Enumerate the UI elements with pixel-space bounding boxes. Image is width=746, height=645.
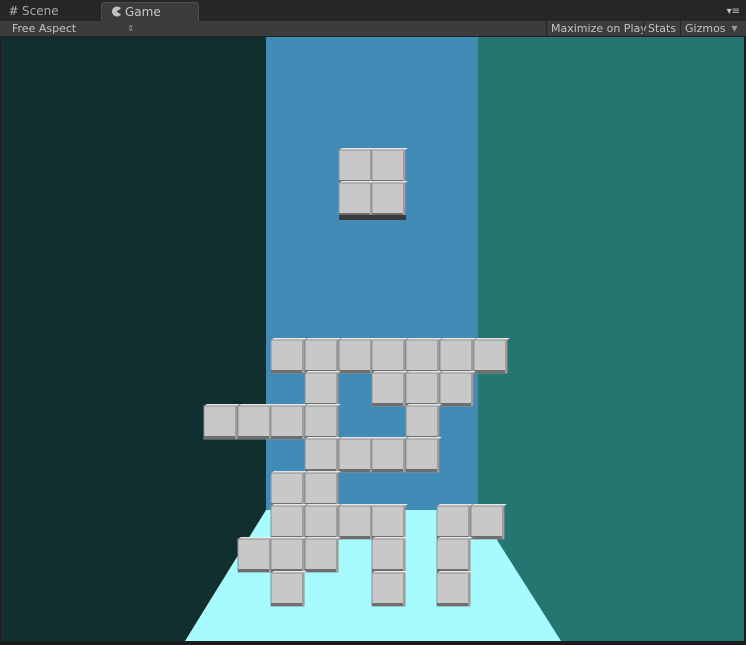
pacman-icon [110, 3, 123, 22]
tetris-cube [304, 504, 341, 540]
panel-menu-icon[interactable]: ▾≡ [727, 6, 740, 18]
tetris-cube [270, 537, 307, 573]
tetris-cube [439, 338, 476, 374]
tetris-cube [338, 504, 375, 540]
falling-piece-shadow [339, 215, 406, 220]
maximize-on-play-button[interactable]: Maximize on Play [546, 21, 651, 36]
game-viewport[interactable] [1, 37, 744, 641]
tab-scene[interactable]: # Scene [4, 2, 96, 21]
tetris-cube [237, 404, 274, 440]
tetris-cube [270, 404, 307, 440]
tetris-cube [470, 504, 507, 540]
tetris-cube [270, 338, 307, 374]
tetris-cube [304, 371, 341, 407]
triangle-down-icon: ▼ [731, 24, 738, 33]
tetris-cube [436, 571, 473, 607]
tetris-cube [270, 504, 307, 540]
tab-scene-label: Scene [22, 4, 59, 18]
tetris-cube [371, 371, 408, 407]
tab-game[interactable]: Game [101, 2, 199, 21]
aspect-dropdown[interactable]: Free Aspect ⇕ [1, 21, 138, 36]
tetris-cube [371, 504, 408, 540]
tetris-cube [304, 338, 341, 374]
tetris-cube [405, 404, 442, 440]
right-wall [478, 37, 744, 641]
gizmos-label: Gizmos [685, 22, 726, 35]
tetris-cube [405, 371, 442, 407]
tetris-cube [439, 371, 476, 407]
game-toolbar: Free Aspect ⇕ Maximize on Play Stats Giz… [0, 21, 746, 37]
tetris-cube [338, 148, 375, 184]
tetris-cube [405, 338, 442, 374]
tab-bar: # Scene Game ▾≡ [0, 0, 746, 21]
aspect-label: Free Aspect [12, 22, 77, 35]
tetris-cube [237, 537, 274, 573]
tetris-cube [338, 181, 375, 217]
stats-button[interactable]: Stats [643, 21, 680, 36]
tetris-cube [304, 404, 341, 440]
tetris-cube [371, 437, 408, 473]
grid-icon: # [8, 4, 19, 18]
left-wall [1, 37, 266, 641]
tab-game-label: Game [125, 5, 161, 19]
tetris-cube [270, 571, 307, 607]
tetris-cube [338, 338, 375, 374]
tetris-cube [304, 471, 341, 507]
gizmos-dropdown[interactable]: Gizmos ▼ [680, 21, 741, 36]
tetris-cube [405, 437, 442, 473]
tetris-cube [270, 471, 307, 507]
tetris-cube [371, 571, 408, 607]
tetris-cube [371, 338, 408, 374]
updown-arrows-icon: ⇕ [127, 24, 134, 33]
tetris-cube [304, 437, 341, 473]
tetris-cube [338, 437, 375, 473]
tetris-cube [371, 537, 408, 573]
tetris-cube [473, 338, 510, 374]
tetris-cube [203, 404, 240, 440]
tetris-cube [436, 537, 473, 573]
game-scene [1, 37, 744, 641]
tetris-cube [371, 181, 408, 217]
tetris-cube [304, 537, 341, 573]
tetris-cube [436, 504, 473, 540]
tetris-cube [371, 148, 408, 184]
